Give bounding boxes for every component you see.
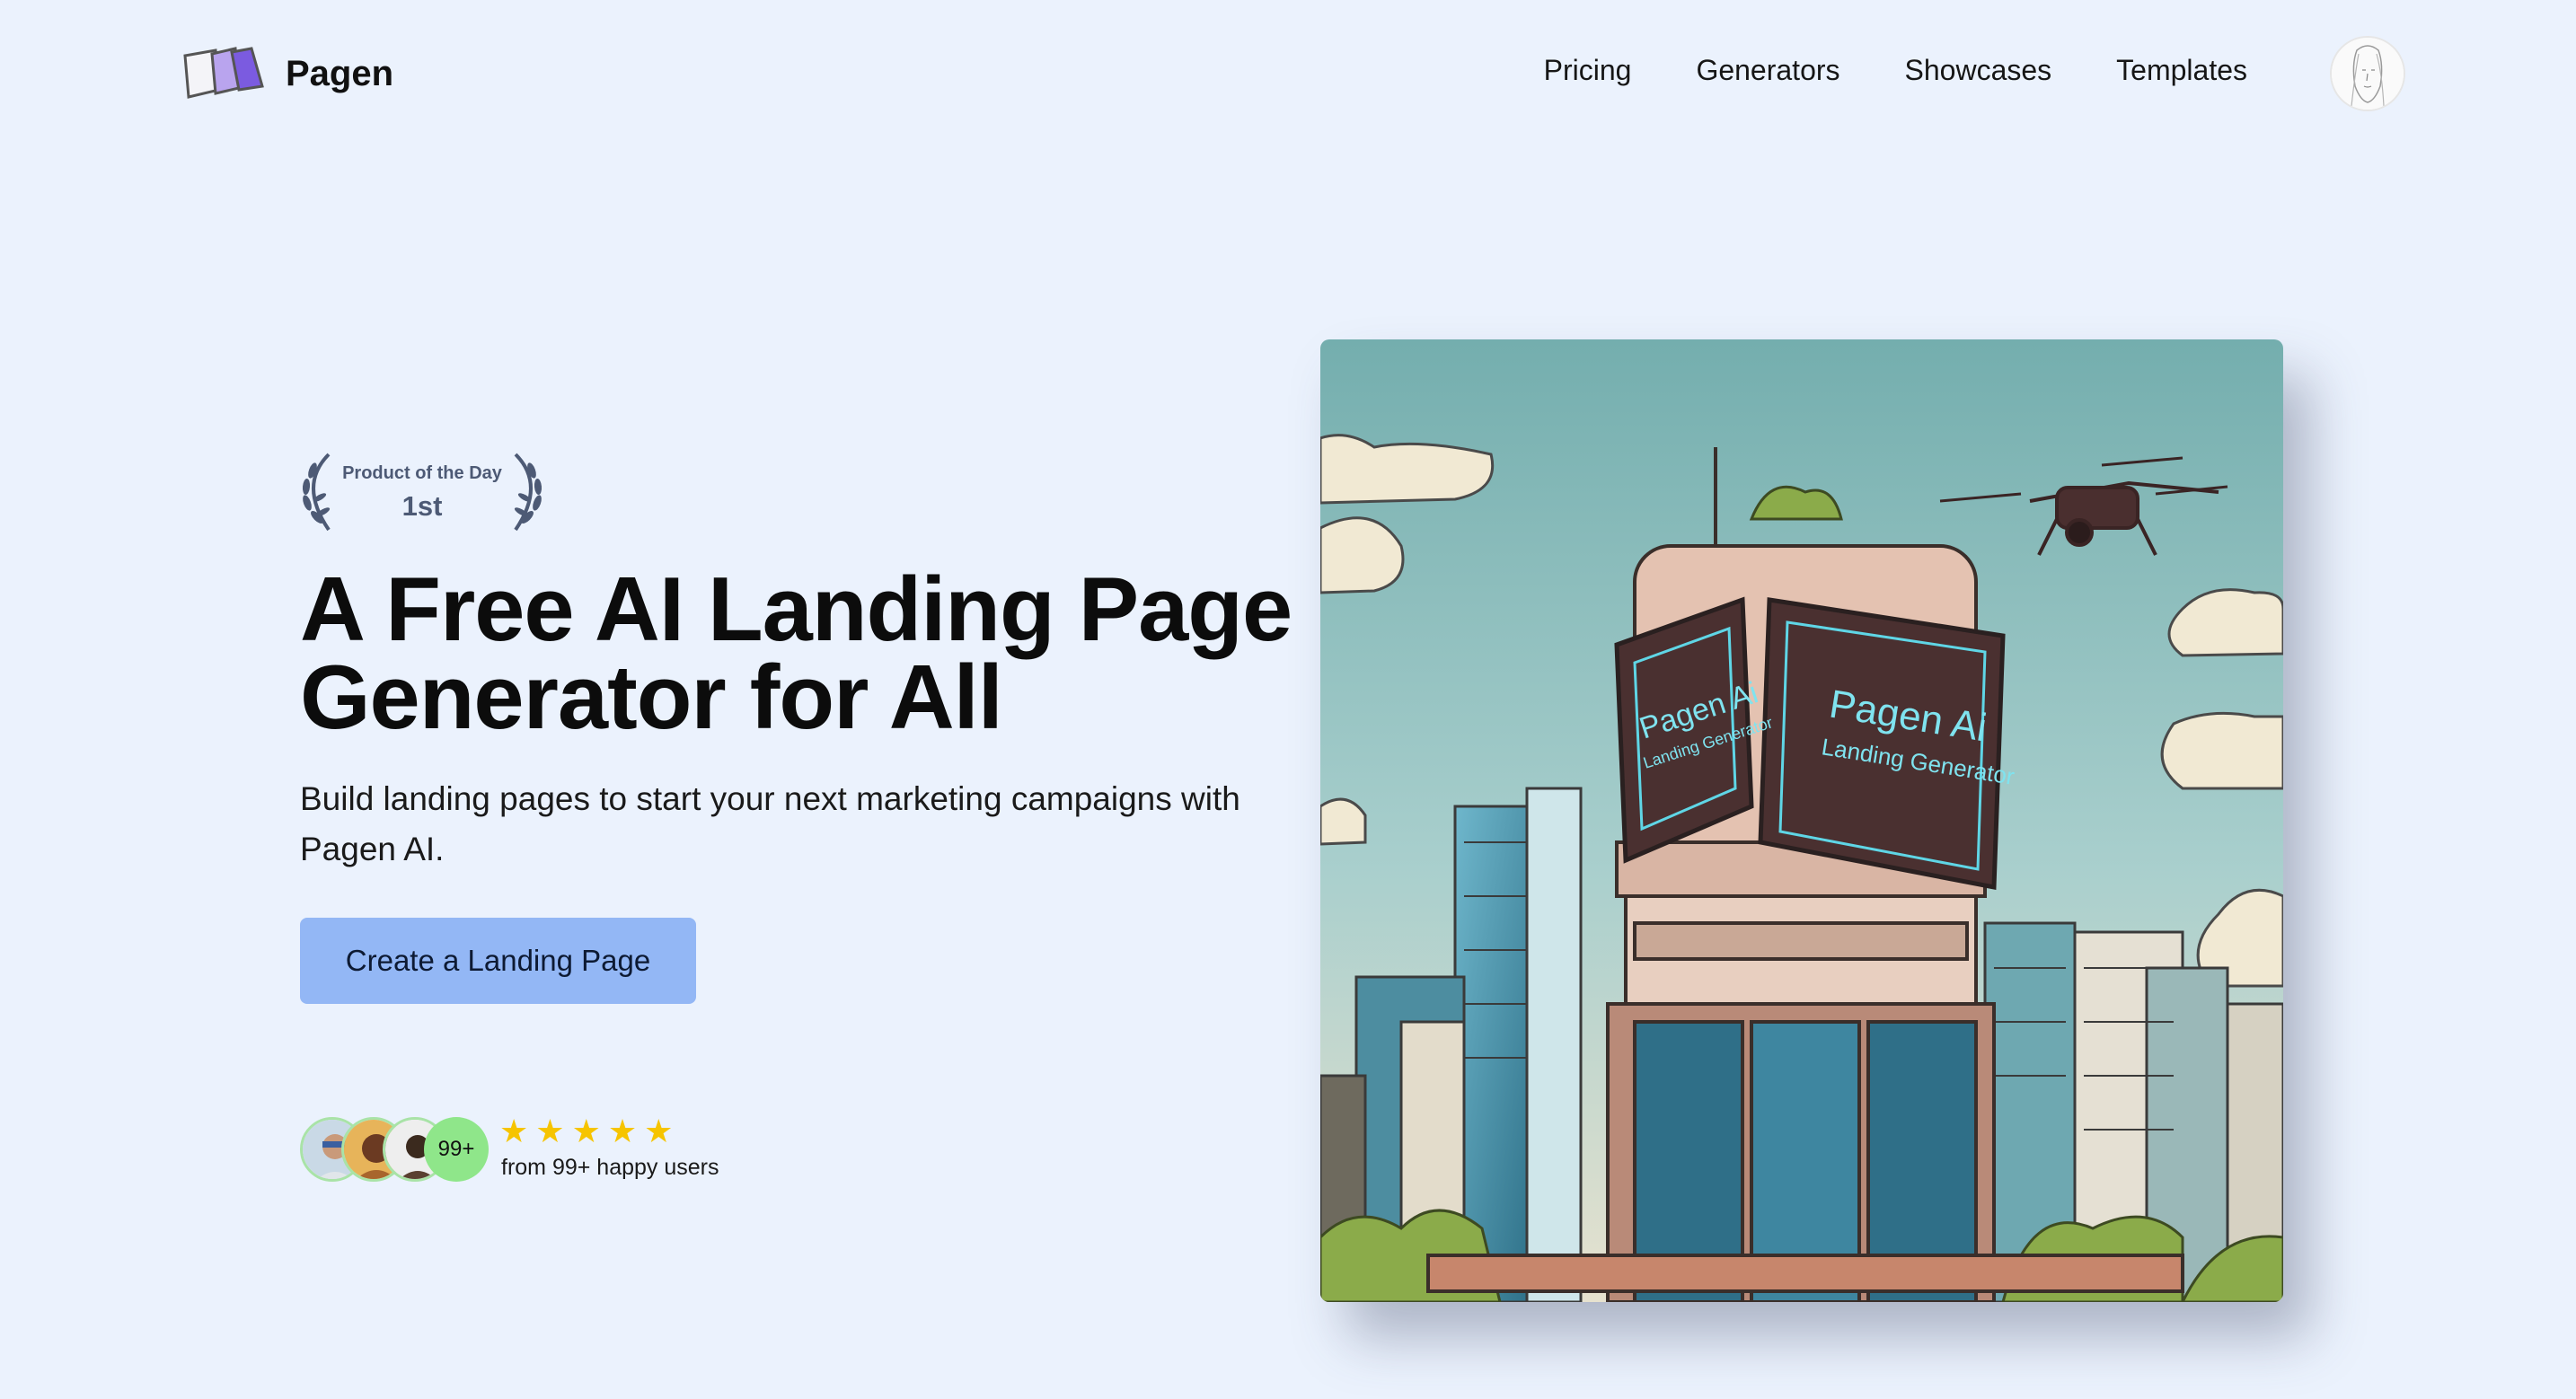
happy-users-text: from 99+ happy users xyxy=(501,1155,719,1180)
brand-logo[interactable]: Pagen xyxy=(180,45,393,102)
brand-name: Pagen xyxy=(286,53,394,93)
star-icon: ★ xyxy=(607,1113,638,1149)
top-nav: Pricing Generators Showcases Templates xyxy=(1544,54,2247,87)
nav-link-pricing[interactable]: Pricing xyxy=(1544,54,1632,87)
hero-subtitle: Build landing pages to start your next m… xyxy=(300,780,1240,867)
nav-link-generators[interactable]: Generators xyxy=(1696,54,1839,87)
city-tower-illustration: Pagen Ai Landing Generator Pagen Ai Land… xyxy=(1320,339,2283,1302)
hero-illustration: Pagen Ai Landing Generator Pagen Ai Land… xyxy=(1320,339,2283,1302)
nav-link-templates[interactable]: Templates xyxy=(2116,54,2247,87)
user-avatar[interactable] xyxy=(2332,38,2404,110)
hero-title: A Free AI Landing Page Generator for All xyxy=(300,559,1292,748)
product-of-the-day-badge[interactable]: Product of the Day 1st xyxy=(293,449,551,535)
sketch-portrait-icon xyxy=(2332,38,2404,110)
user-count-badge: 99+ xyxy=(424,1117,489,1182)
star-icon: ★ xyxy=(535,1113,565,1149)
star-icon: ★ xyxy=(499,1113,529,1149)
laurel-right-icon xyxy=(514,453,543,532)
books-logo-icon xyxy=(183,47,264,99)
star-icon: ★ xyxy=(644,1113,674,1149)
star-icon: ★ xyxy=(571,1113,601,1149)
create-landing-page-button[interactable]: Create a Landing Page xyxy=(300,918,696,1004)
nav-link-showcases[interactable]: Showcases xyxy=(1905,54,2052,87)
rating-stars: ★ ★ ★ ★ ★ xyxy=(499,1113,673,1149)
